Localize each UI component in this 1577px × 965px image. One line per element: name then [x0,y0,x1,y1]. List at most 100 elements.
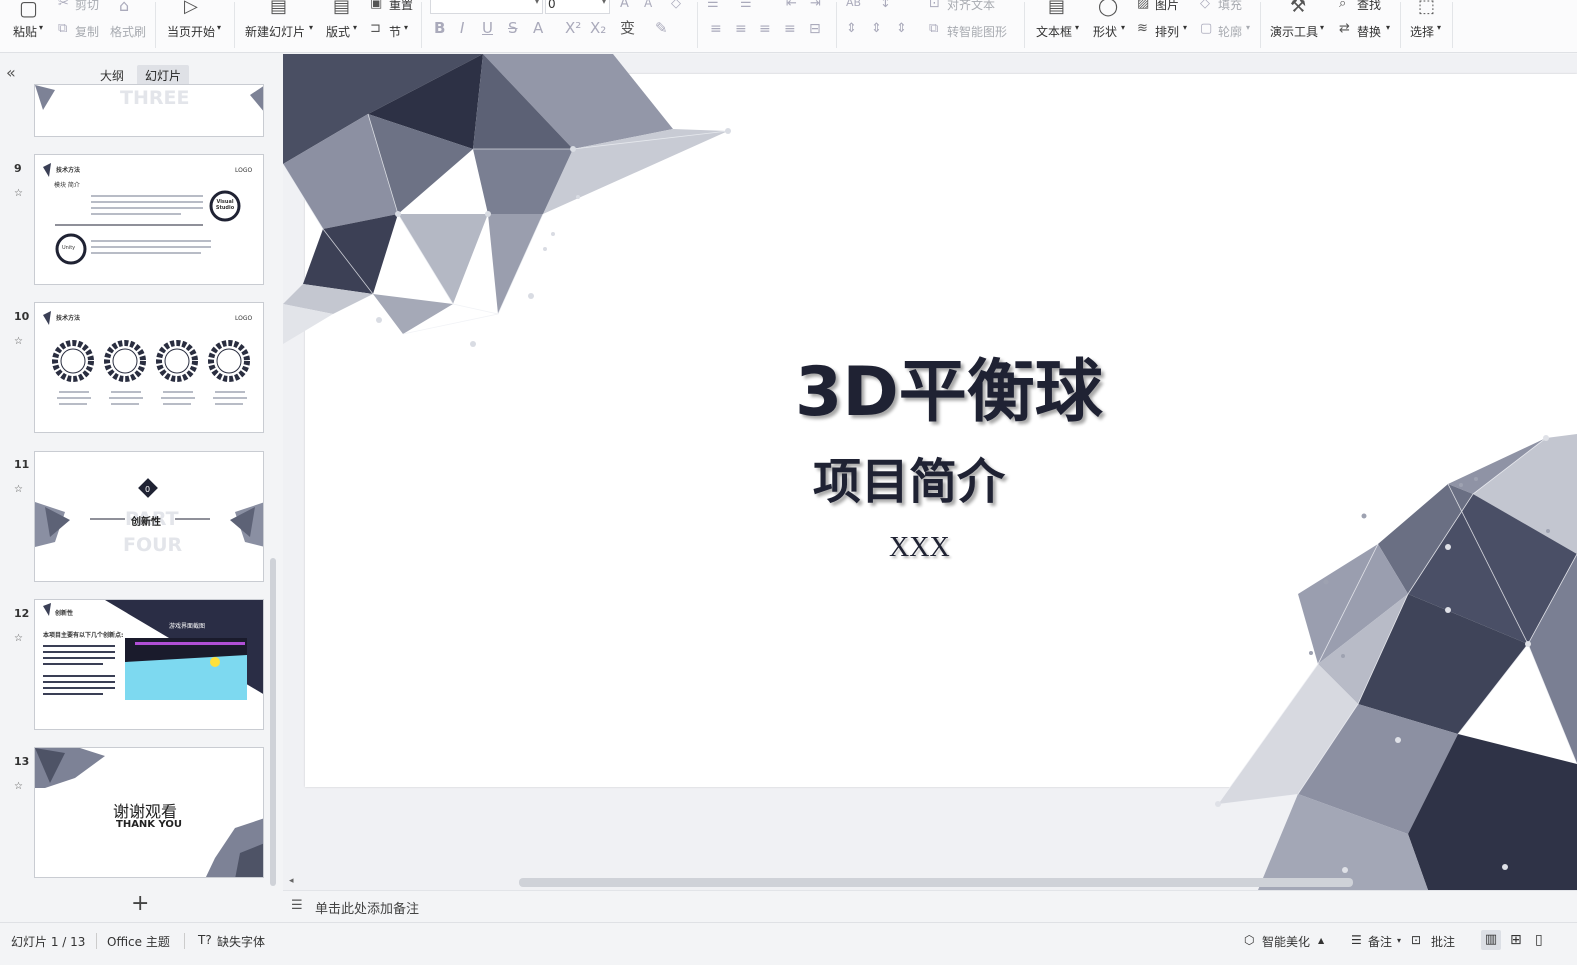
bold-icon[interactable]: B [434,21,445,36]
slide-subtitle[interactable]: 项目简介 [813,442,1005,512]
thumb-main-text: 创新性 [131,517,161,528]
align-center-icon[interactable]: ≡ [735,22,747,36]
theme-name[interactable]: Office 主题 [107,933,170,950]
play-icon: ▷ [184,0,198,17]
slide-thumbnail-panel: « 大纲 幻灯片 THREE 9 ☆ 技术方法 模块 简介 LOGO Visua… [0,54,283,921]
thumb-subtitle: 模块 简介 [54,182,80,189]
phonetic-icon[interactable]: 变 [620,21,635,36]
font-color-icon[interactable]: A [533,21,543,36]
subscript-icon[interactable]: X₂ [590,21,606,36]
para-spacing-icon[interactable]: ⇕ [846,22,857,35]
slide-number: 12 [14,607,30,620]
slide-title[interactable]: 3D平衡球 [795,336,1103,435]
notes-pane[interactable]: ☰ 单击此处添加备注 [283,890,1577,922]
missing-font-icon: T? [198,933,212,947]
slide-thumbnail-11[interactable]: PART FOUR 0 创新性 [34,451,264,582]
font-size-select[interactable]: 0 ▾ [545,0,610,14]
animation-star-icon: ☆ [14,633,23,644]
chevron-down-icon: ▾ [1397,936,1402,945]
picture-icon: ▨ [1137,0,1150,11]
thumb-badge: 0 [145,485,151,494]
highlight-icon[interactable]: ✎ [655,21,668,36]
slide-thumbnail-9[interactable]: 技术方法 模块 简介 LOGO Visual Studio Unity [34,154,264,285]
notes-list-icon: ☰ [1351,933,1362,947]
reset-icon: ▣ [370,0,383,11]
status-bar: 幻灯片 1 / 13 Office 主题 T? 缺失字体 ⬡ 智能美化 ▲ ☰ … [0,922,1577,965]
animation-star-icon: ☆ [14,188,23,199]
cube-icon: ⬡ [1244,933,1255,947]
paste-icon: ▢ [19,0,38,20]
collapse-panel-icon[interactable]: « [6,63,16,82]
slide-number: 10 [14,310,30,323]
smartart-icon: ⧉ [929,21,939,36]
strikethrough-icon[interactable]: S [508,21,518,36]
slide-thumbnail-12[interactable]: 创新性 本项目主要有以下几个创新点: 游戏界面截图 [34,599,264,730]
new-slide-icon: ▤ [270,0,288,17]
normal-view-icon[interactable]: ▥ [1481,930,1501,950]
italic-icon[interactable]: I [460,21,464,36]
underline-icon[interactable]: U [482,21,493,36]
para-after-icon[interactable]: ⇕ [896,22,907,35]
scissors-icon: ✂ [58,0,69,11]
thumb-logo: LOGO [235,315,253,322]
tab-slides[interactable]: 幻灯片 [137,65,190,86]
notes-placeholder[interactable]: 单击此处添加备注 [315,898,419,917]
notes-icon: ☰ [291,898,303,913]
thumb-thanks-en: THANK YOU [116,819,183,830]
slide-counter: 幻灯片 1 / 13 [11,935,86,949]
layout-icon: ▤ [333,0,351,17]
thumb-logo: LOGO [235,167,253,174]
thumb-title: 创新性 [55,610,74,617]
font-family-select[interactable]: ▾ [430,0,543,14]
section-icon: ⊐ [370,21,381,36]
horizontal-scrollbar[interactable] [519,878,1353,887]
fill-icon: ◇ [1200,0,1210,11]
slide-number: 9 [14,162,22,175]
sorter-view-icon[interactable]: ⊞ [1510,930,1522,950]
bullet-list-icon[interactable]: ☰ [707,0,719,10]
justify-icon[interactable]: ≡ [784,22,796,36]
animation-star-icon: ☆ [14,484,23,495]
shape-icon: ◯ [1098,0,1119,17]
thumb-banner: 游戏界面截图 [169,623,206,630]
slide-number: 11 [14,458,30,471]
text-direction-icon[interactable]: AB [846,0,861,8]
thumb-title: 技术方法 [56,315,81,322]
slide-editing-area: 3D平衡球 项目简介 XXX ◂ [283,54,1577,890]
decrease-font-icon[interactable]: A [644,0,652,9]
increase-indent-icon[interactable]: ⇥ [810,0,821,10]
para-before-icon[interactable]: ⇕ [871,22,882,35]
align-left-icon[interactable]: ≡ [710,22,722,36]
slide-thumbnail-8[interactable]: THREE [34,84,264,137]
chevron-up-icon: ▲ [1318,936,1325,945]
slide-author[interactable]: XXX [889,532,950,564]
reading-view-icon[interactable]: ▯ [1535,930,1543,950]
tab-outline[interactable]: 大纲 [92,65,132,86]
clear-format-icon[interactable]: ◇ [671,0,681,10]
thumb-ghost-text: FOUR [123,534,183,556]
thumb-heading: 本项目主要有以下几个创新点: [43,632,124,639]
scroll-left-icon[interactable]: ◂ [289,876,294,886]
line-spacing-icon[interactable]: ↕ [880,0,891,10]
animation-star-icon: ☆ [14,336,23,347]
tools-icon: ⚒ [1290,0,1307,17]
align-text-icon: ⊡ [929,0,940,11]
thumb-10-graphics [43,311,250,405]
thumb-9-graphics [43,163,241,265]
panel-scrollbar[interactable] [270,558,276,886]
replace-icon: ⇄ [1339,21,1350,36]
animation-star-icon: ☆ [14,781,23,792]
increase-font-icon[interactable]: A [620,0,629,10]
numbered-list-icon[interactable]: ☰ [740,0,752,10]
lowpoly-decoration-bottom-right [1215,434,1577,890]
layers-icon: ≋ [1137,21,1148,36]
slide-thumbnail-10[interactable]: 技术方法 LOGO [34,302,264,433]
decrease-indent-icon[interactable]: ⇤ [786,0,797,10]
slide-thumbnail-13[interactable]: 谢谢观看 THANK YOU [34,747,264,878]
align-right-icon[interactable]: ≡ [759,22,771,36]
add-slide-button[interactable]: + [131,891,149,916]
superscript-icon[interactable]: X² [565,21,581,36]
outline-icon: ▢ [1200,21,1213,36]
distribute-icon[interactable]: ⊟ [809,22,821,36]
thumb-ghost-text: THREE [120,87,190,109]
